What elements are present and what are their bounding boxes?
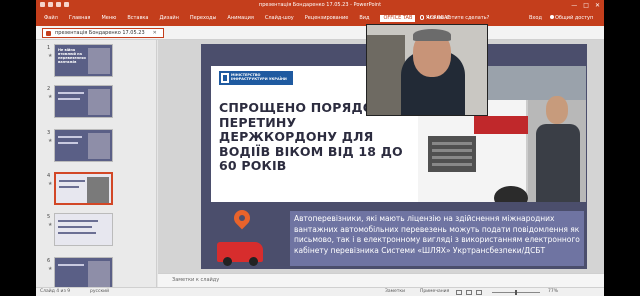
transition-star-icon: ★	[48, 181, 53, 187]
close-tab-icon[interactable]: ✕	[153, 30, 157, 36]
document-tab-label: презентація Бондаренко 17.05.23	[55, 30, 145, 36]
ribbon-tabs: Файл Главная Меню Вставка Дизайн Переход…	[36, 11, 604, 26]
video-shelf	[367, 35, 405, 115]
reading-view-icon[interactable]	[476, 290, 482, 295]
thumbnail-row[interactable]: 2 ★	[36, 85, 156, 121]
slide-thumbnail[interactable]	[54, 129, 113, 162]
share-label: Общий доступ	[555, 15, 594, 21]
thumbnail-line	[58, 92, 84, 94]
powerpoint-window: презентація Бондаренко 17.05.23 - PowerP…	[36, 0, 604, 296]
transition-star-icon: ★	[48, 222, 53, 228]
zoom-level[interactable]: 77%	[548, 288, 558, 296]
minimize-button[interactable]: —	[571, 2, 577, 9]
thumbnail-line	[58, 226, 92, 228]
thumbnail-line	[58, 220, 98, 222]
thumbnail-row[interactable]: 1 ★ Не війна втомлюй на перевезеннях ван…	[36, 44, 156, 80]
transition-star-icon: ★	[48, 138, 53, 144]
slide-number: 4	[47, 173, 51, 179]
slide-sorter-icon[interactable]	[466, 290, 472, 295]
slide-thumbnail-active[interactable]	[54, 172, 113, 205]
thumbnail-image	[88, 133, 110, 159]
tab-transitions[interactable]: Переходы	[190, 15, 217, 22]
driver-body	[536, 124, 580, 202]
tab-review[interactable]: Рецензирование	[305, 15, 349, 22]
tab-file[interactable]: Файл	[44, 15, 58, 22]
thumbnail-row[interactable]: 6 ★	[36, 257, 156, 287]
window-controls: — □ ✕	[571, 2, 600, 9]
trident-logo-icon	[221, 73, 229, 83]
video-person-hair	[413, 29, 451, 41]
comments-toggle-button[interactable]: Примечания	[420, 288, 449, 296]
slide-thumbnails-panel[interactable]: 1 ★ Не війна втомлюй на перевезеннях ван…	[36, 40, 157, 287]
ministry-logo: МІНІСТЕРСТВО ІНФРАСТРУКТУРИ УКРАЇНИ	[219, 71, 293, 85]
transition-star-icon: ★	[48, 53, 53, 59]
thumbnail-line	[58, 142, 78, 144]
maximize-button[interactable]: □	[583, 2, 589, 9]
transition-star-icon: ★	[48, 94, 53, 100]
thumbnail-line	[58, 98, 80, 100]
info-text-box[interactable]: Автоперевізники, які мають ліцензію на з…	[290, 211, 584, 266]
thumbnail-line	[58, 232, 96, 234]
thumbnail-image	[88, 48, 110, 74]
tab-insert[interactable]: Вставка	[127, 15, 148, 22]
status-bar: Слайд 4 из 9 русский Заметки Примечания …	[36, 287, 604, 296]
slide-thumbnail[interactable]	[54, 85, 113, 118]
ministry-label: МІНІСТЕРСТВО ІНФРАСТРУКТУРИ УКРАЇНИ	[231, 73, 287, 81]
tell-me-search[interactable]: Что вы хотите сделать?	[420, 15, 489, 22]
slide-thumbnail[interactable]	[54, 213, 113, 246]
thumbnail-row[interactable]: 4 ★	[36, 172, 156, 208]
thumbnail-line	[59, 186, 79, 188]
normal-view-icon[interactable]	[456, 290, 462, 295]
slide-number: 1	[47, 45, 51, 51]
thumbnail-image	[87, 177, 109, 203]
tab-view[interactable]: Вид	[359, 15, 369, 22]
slide-number: 3	[47, 130, 51, 136]
slide-thumbnail[interactable]: Не війна втомлюй на перевезеннях вантажі…	[54, 44, 113, 77]
tab-office-tab[interactable]: OFFICE TAB	[380, 15, 416, 22]
tab-home[interactable]: Главная	[69, 15, 91, 22]
notes-toggle-button[interactable]: Заметки	[385, 288, 405, 296]
window-title: презентація Бондаренко 17.05.23 - PowerP…	[258, 2, 382, 8]
tab-menu[interactable]: Меню	[101, 15, 116, 22]
slide-number: 2	[47, 86, 51, 92]
title-bar: презентація Бондаренко 17.05.23 - PowerP…	[36, 0, 604, 11]
tab-animation[interactable]: Анимация	[227, 15, 253, 22]
slide-thumbnail[interactable]	[54, 257, 113, 287]
truck-grille	[428, 136, 476, 172]
thumbnail-row[interactable]: 3 ★	[36, 129, 156, 165]
thumbnail-line	[58, 136, 82, 138]
thumbnail-line	[59, 180, 85, 182]
thumbnail-line	[58, 264, 84, 266]
video-call-overlay[interactable]	[366, 24, 488, 116]
tell-me-label: Что вы хотите сделать?	[426, 15, 490, 21]
slide-number: 6	[47, 258, 51, 264]
slide-notes[interactable]: Заметки к слайду	[158, 273, 604, 287]
person-icon	[550, 15, 554, 19]
driver-head	[546, 96, 568, 124]
thumbnail-title: Не війна втомлюй на перевезеннях вантажі…	[58, 48, 87, 64]
powerpoint-icon	[46, 31, 51, 36]
transition-star-icon: ★	[48, 266, 53, 272]
slide-counter: Слайд 4 из 9	[40, 289, 71, 294]
close-button[interactable]: ✕	[595, 2, 600, 9]
zoom-slider-knob[interactable]	[515, 290, 517, 295]
document-tab-bar: презентація Бондаренко 17.05.23 ✕	[36, 26, 604, 40]
slide-number: 5	[47, 214, 51, 220]
thumbnail-image	[88, 261, 110, 287]
tab-slideshow[interactable]: Слайд-шоу	[265, 15, 294, 22]
tab-design[interactable]: Дизайн	[160, 15, 179, 22]
truck-stripe	[474, 116, 528, 134]
share-button[interactable]: Общий доступ	[548, 14, 595, 22]
document-tab[interactable]: презентація Бондаренко 17.05.23 ✕	[42, 28, 164, 38]
thumbnail-image	[88, 89, 110, 115]
van-icon	[217, 242, 263, 266]
location-pin-icon	[230, 206, 254, 230]
language-indicator[interactable]: русский	[90, 288, 109, 296]
lightbulb-icon	[420, 15, 424, 20]
login-link[interactable]: Вход	[529, 15, 542, 22]
thumbnail-row[interactable]: 5 ★	[36, 213, 156, 249]
